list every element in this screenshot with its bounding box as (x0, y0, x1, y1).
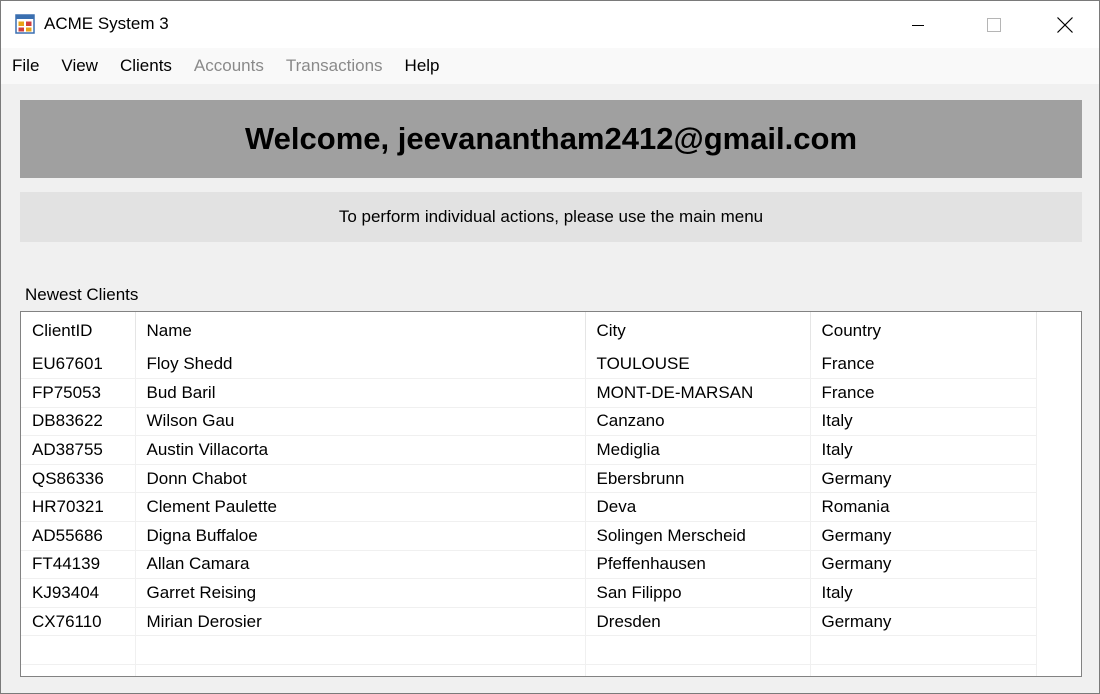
cell-city[interactable]: TOULOUSE (585, 350, 811, 380)
cell-name[interactable]: Digna Buffaloe (135, 521, 586, 551)
menu-file[interactable]: File (1, 48, 50, 84)
cell-name[interactable]: Wilson Gau (135, 407, 586, 437)
menu-clients[interactable]: Clients (109, 48, 183, 84)
info-text: To perform individual actions, please us… (338, 207, 764, 226)
window-title: ACME System 3 (44, 14, 169, 33)
cell-client-id[interactable]: DB83622 (21, 407, 136, 437)
menu-help[interactable]: Help (394, 48, 451, 84)
menu-view[interactable]: View (50, 48, 109, 84)
cell-city[interactable]: San Filippo (585, 578, 811, 608)
table-row[interactable]: QS86336 Donn Chabot Ebersbrunn Germany (21, 464, 1037, 494)
cell-client-id[interactable]: AD38755 (21, 435, 136, 465)
cell-client-id[interactable]: FT44139 (21, 550, 136, 580)
column-header-city[interactable]: City (585, 312, 811, 350)
cell-country[interactable]: Germany (810, 521, 1037, 551)
empty-row (21, 635, 1037, 666)
cell-city[interactable]: MONT-DE-MARSAN (585, 378, 811, 408)
cell-client-id[interactable]: AD55686 (21, 521, 136, 551)
empty-cell (810, 635, 1037, 666)
column-header-name[interactable]: Name (135, 312, 586, 350)
column-header-country[interactable]: Country (810, 312, 1037, 350)
empty-cell (135, 635, 586, 666)
cell-name[interactable]: Garret Reising (135, 578, 586, 608)
cell-name[interactable]: Austin Villacorta (135, 435, 586, 465)
table-row[interactable]: CX76110 Mirian Derosier Dresden Germany (21, 607, 1037, 637)
cell-name[interactable]: Floy Shedd (135, 350, 586, 380)
empty-cell (585, 664, 811, 676)
cell-client-id[interactable]: QS86336 (21, 464, 136, 494)
cell-client-id[interactable]: FP75053 (21, 378, 136, 408)
cell-city[interactable]: Canzano (585, 407, 811, 437)
close-button[interactable] (1042, 1, 1088, 48)
cell-city[interactable]: Ebersbrunn (585, 464, 811, 494)
app-icon (15, 14, 35, 34)
cell-name[interactable]: Bud Baril (135, 378, 586, 408)
empty-cell (21, 664, 136, 676)
cell-city[interactable]: Dresden (585, 607, 811, 637)
table-row[interactable]: HR70321 Clement Paulette Deva Romania (21, 492, 1037, 523)
cell-country[interactable]: Italy (810, 407, 1037, 437)
column-header-clientid[interactable]: ClientID (21, 312, 136, 350)
title-bar[interactable]: ACME System 3 (1, 1, 1099, 48)
cell-client-id[interactable]: EU67601 (21, 350, 136, 380)
maximize-button[interactable] (971, 1, 1017, 48)
cell-country[interactable]: Romania (810, 492, 1037, 523)
cell-country[interactable]: Germany (810, 607, 1037, 637)
cell-name[interactable]: Allan Camara (135, 550, 586, 580)
cell-country[interactable]: Germany (810, 464, 1037, 494)
cell-country[interactable]: France (810, 350, 1037, 380)
empty-cell (585, 635, 811, 666)
table-row[interactable]: EU67601 Floy Shedd TOULOUSE France (21, 350, 1037, 380)
table-row[interactable]: AD38755 Austin Villacorta Mediglia Italy (21, 435, 1037, 465)
cell-client-id[interactable]: CX76110 (21, 607, 136, 637)
table-row[interactable]: FT44139 Allan Camara Pfeffenhausen Germany (21, 550, 1037, 580)
table-row[interactable]: AD55686 Digna Buffaloe Solingen Merscheid G… (21, 521, 1037, 551)
welcome-text: Welcome, jeevanantham2412@gmail.com (244, 121, 858, 156)
header-row: ClientID Name City Country (21, 312, 1037, 350)
cell-country[interactable]: Italy (810, 578, 1037, 608)
clients-table: ClientID Name City Country EU67601 Floy S… (21, 312, 1037, 676)
menu-accounts[interactable]: Accounts (183, 48, 275, 84)
table-row[interactable]: KJ93404 Garret Reising San Filippo Italy (21, 578, 1037, 608)
empty-row (21, 664, 1037, 676)
empty-cell (810, 664, 1037, 676)
cell-name[interactable]: Clement Paulette (135, 492, 586, 523)
clients-grid[interactable]: ClientID Name City Country EU67601 Floy S… (20, 311, 1082, 677)
table-row[interactable]: FP75053 Bud Baril MONT-DE-MARSAN France (21, 378, 1037, 408)
minimize-button[interactable] (895, 1, 941, 48)
cell-country[interactable]: Italy (810, 435, 1037, 465)
cell-city[interactable]: Deva (585, 492, 811, 523)
cell-city[interactable]: Solingen Merscheid (585, 521, 811, 551)
cell-city[interactable]: Mediglia (585, 435, 811, 465)
welcome-banner: Welcome, jeevanantham2412@gmail.com (20, 100, 1082, 178)
empty-cell (21, 635, 136, 666)
empty-cell (135, 664, 586, 676)
info-box: To perform individual actions, please us… (20, 192, 1082, 242)
cell-name[interactable]: Donn Chabot (135, 464, 586, 494)
cell-client-id[interactable]: KJ93404 (21, 578, 136, 608)
cell-client-id[interactable]: HR70321 (21, 492, 136, 523)
newest-clients-label: Newest Clients (25, 285, 139, 304)
grid-body: EU67601 Floy Shedd TOULOUSE France FP75053 Bu… (21, 350, 1037, 676)
table-row[interactable]: DB83622 Wilson Gau Canzano Italy (21, 407, 1037, 437)
cell-country[interactable]: Germany (810, 550, 1037, 580)
minimize-icon (912, 24, 924, 26)
close-icon (1057, 16, 1073, 33)
menu-bar: File View Clients Accounts Transactions … (1, 48, 1099, 84)
maximize-icon (987, 17, 1001, 32)
cell-city[interactable]: Pfeffenhausen (585, 550, 811, 580)
menu-transactions[interactable]: Transactions (275, 48, 394, 84)
cell-name[interactable]: Mirian Derosier (135, 607, 586, 637)
cell-country[interactable]: France (810, 378, 1037, 408)
app-window: ACME System 3 File View Clients Accounts… (0, 0, 1100, 694)
